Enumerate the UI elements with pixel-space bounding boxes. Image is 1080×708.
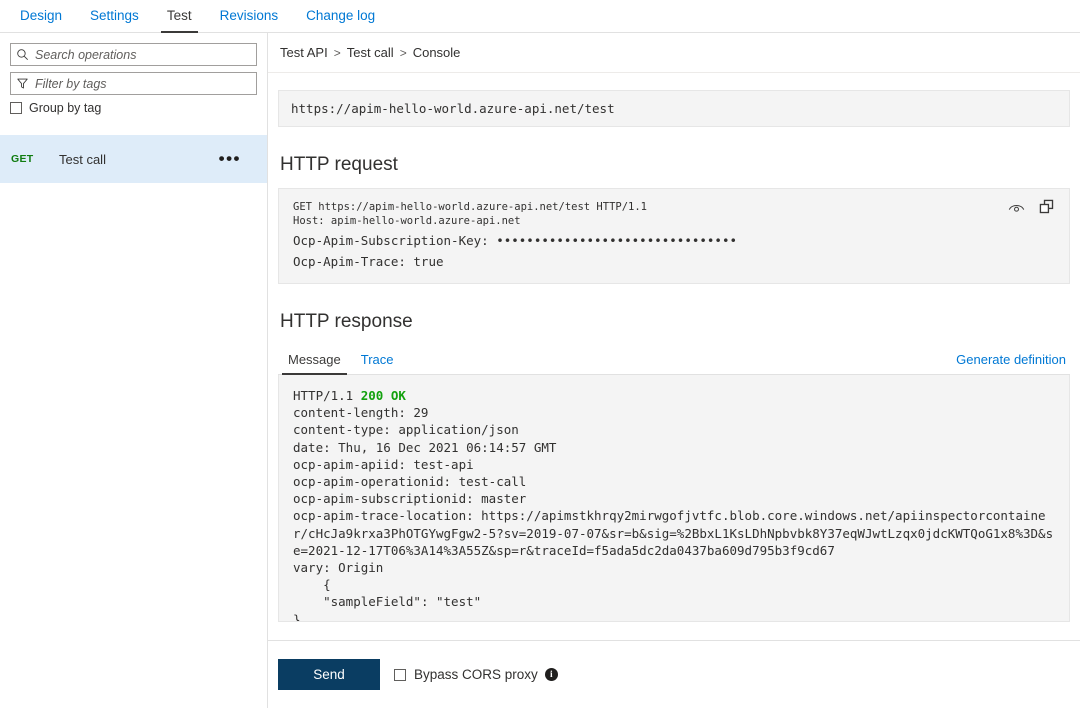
http-request-box: GET https://apim-hello-world.azure-api.n… [278, 188, 1070, 284]
response-tab-strip: Message Trace Generate definition [278, 347, 1070, 375]
operations-sidebar: Search operations Filter by tags Group b… [0, 33, 268, 708]
eye-icon[interactable] [1008, 201, 1025, 219]
copy-icon[interactable] [1039, 199, 1055, 220]
http-response-heading: HTTP response [280, 311, 413, 332]
group-by-tag-checkbox[interactable] [10, 102, 22, 114]
search-input-placeholder: Search operations [35, 47, 137, 62]
http-request-actions [1008, 199, 1055, 220]
request-host-header: Host: apim-hello-world.azure-api.net [293, 215, 521, 227]
response-status-code: 200 OK [360, 388, 406, 403]
request-subscription-key-header: Ocp-Apim-Subscription-Key: •••••••••••••… [293, 233, 738, 248]
tab-message[interactable]: Message [278, 352, 351, 375]
operations-list: GET Test call ••• [0, 135, 267, 183]
operation-context-menu-icon[interactable]: ••• [219, 150, 267, 167]
filter-input-placeholder: Filter by tags [35, 76, 107, 91]
operation-method-badge: GET [11, 153, 34, 165]
request-trace-header: Ocp-Apim-Trace: true [293, 254, 444, 269]
operation-row-test-call[interactable]: GET Test call ••• [0, 135, 267, 183]
response-headers-and-body: content-length: 29 content-type: applica… [293, 405, 1054, 622]
breadcrumb-item-test-call[interactable]: Test call [347, 45, 394, 60]
breadcrumb: Test API > Test call > Console [268, 33, 1080, 73]
tab-trace[interactable]: Trace [351, 352, 404, 374]
bypass-cors-row[interactable]: Bypass CORS proxy i [394, 667, 558, 682]
group-by-tag-label: Group by tag [29, 101, 102, 115]
tab-settings[interactable]: Settings [76, 8, 153, 32]
tab-test[interactable]: Test [153, 8, 206, 33]
console-scroll-area: https://apim-hello-world.azure-api.net/t… [268, 73, 1080, 640]
main-split: Search operations Filter by tags Group b… [0, 33, 1080, 708]
test-console-panel: Test API > Test call > Console https://a… [268, 33, 1080, 708]
api-tab-strip: Design Settings Test Revisions Change lo… [0, 0, 1080, 33]
tab-change-log[interactable]: Change log [292, 8, 389, 32]
filter-by-tags-field[interactable]: Filter by tags [10, 72, 257, 95]
breadcrumb-separator: > [333, 45, 341, 60]
breadcrumb-item-test-api[interactable]: Test API [280, 45, 328, 60]
http-response-body[interactable]: HTTP/1.1 200 OK content-length: 29 conte… [278, 375, 1070, 622]
breadcrumb-separator: > [399, 45, 407, 60]
response-status-prefix: HTTP/1.1 [293, 388, 361, 403]
search-operations-field[interactable]: Search operations [10, 43, 257, 66]
tab-change-log-label: Change log [306, 8, 376, 23]
tab-revisions[interactable]: Revisions [206, 8, 293, 32]
operation-name-label: Test call [59, 151, 106, 167]
bypass-cors-checkbox[interactable] [394, 668, 406, 681]
tab-design[interactable]: Design [6, 8, 76, 32]
funnel-icon [17, 78, 28, 89]
generate-definition-link[interactable]: Generate definition [956, 352, 1070, 374]
tab-message-label: Message [288, 352, 341, 367]
breadcrumb-item-console: Console [412, 45, 461, 60]
tab-revisions-label: Revisions [219, 8, 279, 23]
request-line: GET https://apim-hello-world.azure-api.n… [293, 201, 648, 213]
send-button[interactable]: Send [278, 659, 380, 690]
tab-design-label: Design [20, 8, 63, 23]
search-icon [17, 49, 29, 61]
bypass-cors-label: Bypass CORS proxy [414, 667, 538, 682]
info-icon[interactable]: i [544, 668, 558, 681]
tab-test-label: Test [166, 8, 192, 23]
tab-settings-label: Settings [90, 8, 139, 23]
group-by-tag-row[interactable]: Group by tag [10, 101, 267, 115]
console-footer: Send Bypass CORS proxy i [268, 640, 1080, 708]
tab-trace-label: Trace [360, 352, 394, 367]
request-url-bar[interactable]: https://apim-hello-world.azure-api.net/t… [278, 90, 1070, 127]
http-request-heading: HTTP request [280, 154, 398, 175]
